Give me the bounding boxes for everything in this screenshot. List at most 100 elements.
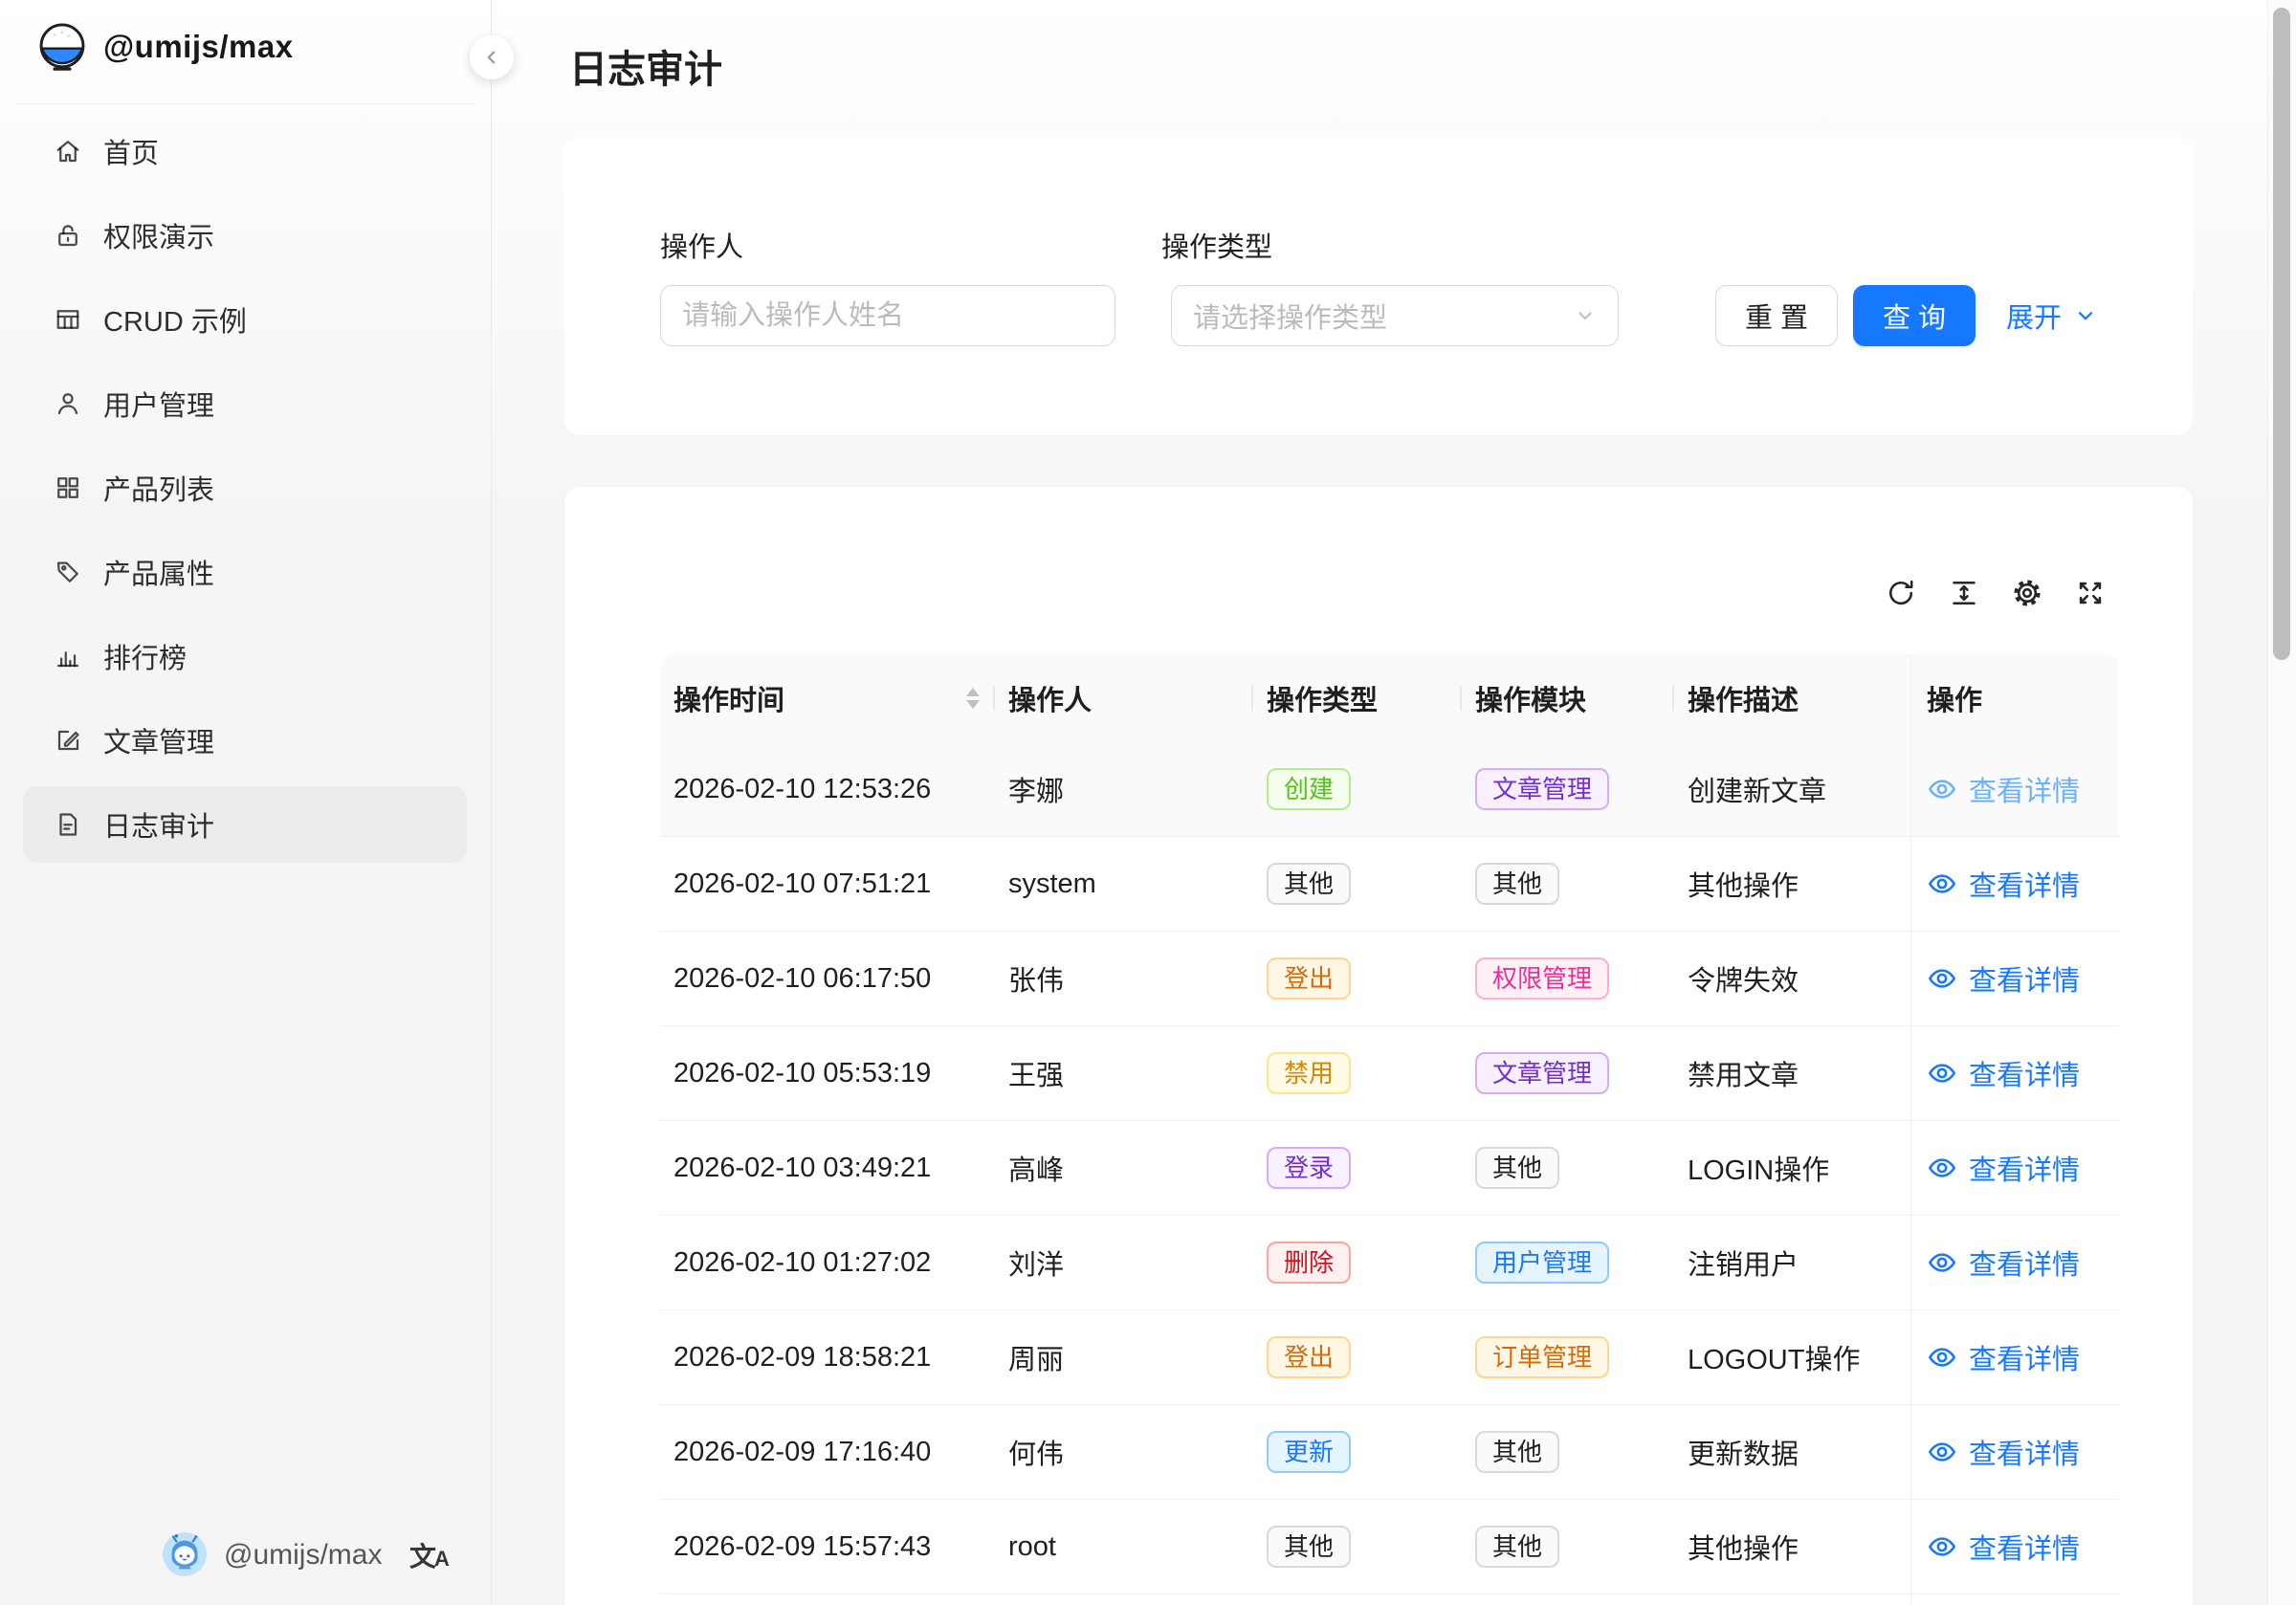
cell-operation-time: 2026-02-10 12:53:26: [660, 742, 995, 836]
sidebar-item-attributes[interactable]: 产品属性: [23, 534, 467, 610]
table-row: 2026-02-10 07:51:21 system 其他 其他 其他操作 查看…: [660, 837, 2119, 932]
cell-operator: 何伟: [995, 1405, 1253, 1499]
cell-description: 创建新文章: [1674, 742, 1910, 836]
cell-description: 其他操作: [1674, 837, 1910, 931]
sidebar-item-access[interactable]: 权限演示: [23, 197, 467, 274]
operation-type-select[interactable]: 请选择操作类型: [1171, 285, 1619, 346]
sidebar-item-products[interactable]: 产品列表: [23, 450, 467, 526]
sidebar-item-label: CRUD 示例: [103, 299, 247, 340]
appstore-icon: [54, 473, 82, 502]
settings-icon[interactable]: [2011, 577, 2043, 609]
column-header-description: 操作描述: [1674, 654, 1910, 742]
cell-module: 用户管理: [1462, 1216, 1674, 1309]
sidebar-item-ranking[interactable]: 排行榜: [23, 618, 467, 694]
logo: @umijs/max: [36, 21, 294, 73]
cell-module: 权限管理: [1462, 932, 1674, 1025]
column-header-operation-time[interactable]: 操作时间: [660, 654, 995, 742]
sidebar-menu: 首页 权限演示 CRUD 示例 用户管理 产品列表 产品属性 排行榜 文章管理 …: [23, 113, 467, 870]
view-details-link[interactable]: 查看详情: [1910, 1026, 2119, 1120]
view-details-link[interactable]: 查看详情: [1910, 742, 2119, 836]
table-row: 2026-02-10 12:53:26 李娜 创建 文章管理 创建新文章 查看详…: [660, 742, 2119, 837]
sidebar-item-audit-log[interactable]: 日志审计: [23, 786, 467, 863]
module-tag: 文章管理: [1475, 1052, 1609, 1094]
sidebar-item-home[interactable]: 首页: [23, 113, 467, 189]
table-row: 2026-02-10 03:49:21 高峰 登录 其他 LOGIN操作 查看详…: [660, 1121, 2119, 1216]
cell-operation-time: 2026-02-09 17:16:40: [660, 1405, 995, 1499]
cell-module: 文章管理: [1462, 742, 1674, 836]
reset-button[interactable]: 重 置: [1715, 285, 1838, 346]
view-details-link[interactable]: 查看详情: [1910, 1216, 2119, 1309]
table-row: 2026-02-09 15:57:43 root 其他 其他 其他操作 查看详情: [660, 1500, 2119, 1594]
cell-operator: 刘洋: [995, 1216, 1253, 1309]
view-details-link[interactable]: 查看详情: [1910, 837, 2119, 931]
operation-type-tag: 其他: [1267, 1526, 1351, 1568]
view-details-link[interactable]: 查看详情: [1910, 932, 2119, 1025]
user-avatar[interactable]: [163, 1532, 207, 1576]
cell-operation-type: 其他: [1253, 837, 1462, 931]
view-details-link[interactable]: 查看详情: [1910, 1405, 2119, 1499]
column-header-actions: 操作: [1910, 654, 2119, 742]
sidebar-item-users[interactable]: 用户管理: [23, 365, 467, 442]
app-root: @umijs/max 首页 权限演示 CRUD 示例 用户管理 产品列表 产品属…: [0, 0, 2296, 1605]
translate-icon[interactable]: 文A: [409, 1536, 448, 1574]
operation-type-tag: 其他: [1267, 863, 1351, 905]
fullscreen-icon[interactable]: [2074, 577, 2107, 609]
eye-icon: [1927, 774, 1957, 804]
scrollbar-thumb[interactable]: [2273, 8, 2290, 660]
table-row: 2026-02-10 01:27:02 刘洋 删除 用户管理 注销用户 查看详情: [660, 1216, 2119, 1310]
cell-description: 注销用户: [1674, 1216, 1910, 1309]
cell-description: LOGIN操作: [1674, 1121, 1910, 1215]
lock-icon: [54, 221, 82, 250]
cell-module: 其他: [1462, 1405, 1674, 1499]
page-title: 日志审计: [569, 38, 722, 94]
table-row: 2026-02-09 18:58:21 周丽 登出 订单管理 LOGOUT操作 …: [660, 1310, 2119, 1405]
module-tag: 其他: [1475, 1431, 1559, 1473]
user-icon: [54, 389, 82, 418]
sidebar-item-label: 首页: [103, 131, 159, 171]
sidebar-collapse-button[interactable]: [470, 35, 514, 79]
sidebar-item-articles[interactable]: 文章管理: [23, 702, 467, 779]
reload-icon[interactable]: [1885, 577, 1917, 609]
expand-link[interactable]: 展开: [2006, 285, 2098, 346]
operation-type-tag: 登录: [1267, 1147, 1351, 1189]
density-icon[interactable]: [1948, 577, 1980, 609]
cell-description: 令牌失效: [1674, 932, 1910, 1025]
cell-operation-time: 2026-02-10 06:17:50: [660, 932, 995, 1025]
cell-description: 其他操作: [1674, 1500, 1910, 1594]
table-header-row: 操作时间 操作人 操作类型 操作模块 操作描述 操作: [660, 654, 2119, 742]
operation-type-tag: 登出: [1267, 1336, 1351, 1378]
home-icon: [54, 137, 82, 165]
cell-description: LOGOUT操作: [1674, 1310, 1910, 1404]
cell-operation-time: 2026-02-10 07:51:21: [660, 837, 995, 931]
module-tag: 订单管理: [1475, 1336, 1609, 1378]
view-details-link[interactable]: 查看详情: [1910, 1500, 2119, 1594]
cell-operator: 周丽: [995, 1310, 1253, 1404]
chevron-down-icon: [1574, 304, 1597, 327]
sidebar-divider: [15, 103, 475, 104]
query-button[interactable]: 查 询: [1853, 285, 1976, 346]
operation-type-tag: 创建: [1267, 768, 1351, 810]
sidebar-footer: @umijs/max 文A: [0, 1530, 491, 1584]
cell-module: 其他: [1462, 1500, 1674, 1594]
operation-type-tag: 登出: [1267, 957, 1351, 1000]
view-details-link[interactable]: 查看详情: [1910, 1310, 2119, 1404]
cell-operation-time: 2026-02-09 15:57:43: [660, 1500, 995, 1594]
operation-type-tag: 禁用: [1267, 1052, 1351, 1094]
table-toolbar: [1885, 577, 2107, 609]
view-details-link[interactable]: 查看详情: [1910, 1121, 2119, 1215]
column-header-operation-type: 操作类型: [1253, 654, 1462, 742]
sidebar: @umijs/max 首页 权限演示 CRUD 示例 用户管理 产品列表 产品属…: [0, 0, 492, 1605]
brand-title: @umijs/max: [103, 29, 294, 65]
cell-operation-type: 禁用: [1253, 1026, 1462, 1120]
module-tag: 用户管理: [1475, 1242, 1609, 1284]
eye-icon: [1927, 868, 1957, 899]
operator-input[interactable]: [660, 285, 1115, 346]
table-row: [660, 1594, 2119, 1605]
sidebar-item-crud[interactable]: CRUD 示例: [23, 281, 467, 358]
select-placeholder: 请选择操作类型: [1193, 296, 1387, 336]
table-icon: [54, 305, 82, 334]
page-scrollbar: [2267, 0, 2296, 1605]
query-filter-card: 操作人 操作类型 请选择操作类型 重 置 查 询 展开: [564, 137, 2193, 435]
cell-module: 其他: [1462, 1121, 1674, 1215]
module-tag: 其他: [1475, 1526, 1559, 1568]
